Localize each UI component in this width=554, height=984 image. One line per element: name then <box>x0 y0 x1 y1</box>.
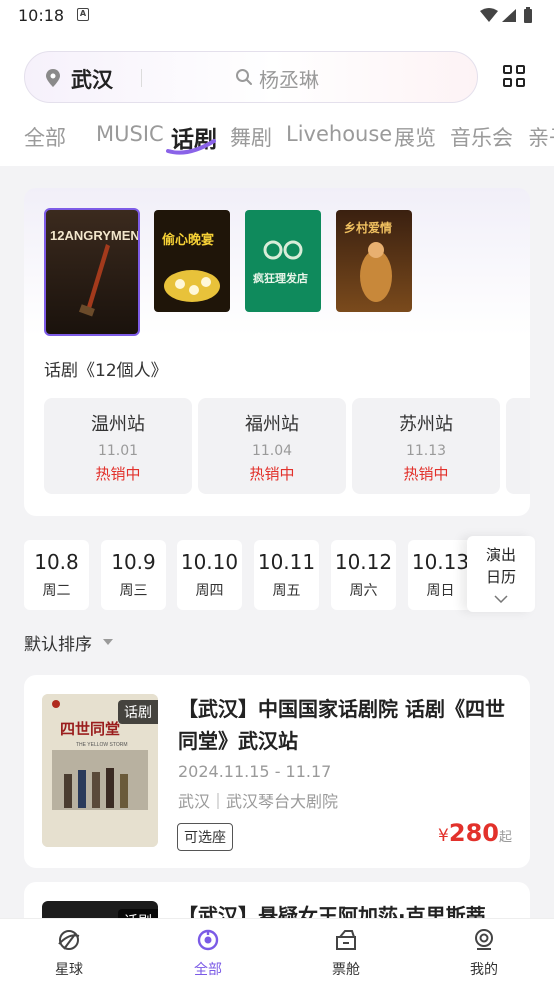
svg-text:THE YELLOW STORM: THE YELLOW STORM <box>76 742 128 748</box>
date-day: 10.10 <box>180 550 239 574</box>
date-weekday: 周四 <box>195 583 224 599</box>
station-suzhou[interactable]: 苏州站 11.13 热销中 <box>352 398 500 494</box>
poster-12-angry-men-art: 12ANGRYMEN <box>50 228 138 317</box>
bottom-navigation: 星球 全部 票舱 我的 <box>0 918 554 984</box>
planet-icon <box>58 930 80 950</box>
nav-label: 全部 <box>194 962 222 978</box>
svg-text:乡村爱情: 乡村爱情 <box>344 220 392 235</box>
event-venue: 武汉｜武汉琴台大剧院 <box>178 792 339 811</box>
svg-text:偷心晚宴: 偷心晚宴 <box>162 232 214 248</box>
search-divider <box>141 69 142 87</box>
svg-text:四世同堂: 四世同堂 <box>60 720 120 738</box>
featured-show-title: 话剧《12個人》 <box>44 361 168 381</box>
svg-text:12ANGRYMEN: 12ANGRYMEN <box>50 228 138 243</box>
date-weekday: 周三 <box>119 583 148 599</box>
date-day: 10.8 <box>34 550 79 574</box>
ticket-icon <box>336 930 356 950</box>
calendar-label-line2: 日历 <box>485 568 516 586</box>
tab-family[interactable]: 亲子 <box>528 122 554 152</box>
featured-show-card: 12ANGRYMEN 偷心晚宴 疯狂理发店 乡村爱情 话剧《12個人》 温州站 … <box>24 188 530 516</box>
station-more[interactable] <box>506 398 530 494</box>
date-chip[interactable]: 10.10 周四 <box>177 540 242 610</box>
nav-profile[interactable]: 我的 <box>444 927 524 979</box>
search-icon <box>236 69 252 85</box>
station-date: 11.13 <box>405 443 447 459</box>
date-chip[interactable]: 10.9 周三 <box>101 540 166 610</box>
tab-all[interactable]: 全部 <box>24 122 66 152</box>
nav-label: 星球 <box>55 962 83 978</box>
status-time: 10:18 <box>18 6 65 25</box>
station-status: 热销中 <box>403 465 449 483</box>
header: 武汉 杨丞琳 全部 MUSIC 话剧 舞剧 Livehouse 展览 音乐会 亲… <box>0 32 554 166</box>
event-title: 【武汉】中国国家话剧院 话剧《四世同堂》武汉站 <box>178 697 505 753</box>
date-day: 10.11 <box>257 550 316 574</box>
poster-steal-heart-banquet[interactable]: 偷心晚宴 <box>154 210 230 312</box>
poster-crazy-barbershop[interactable]: 疯狂理发店 <box>245 210 321 312</box>
currency-symbol: ¥ <box>438 826 449 846</box>
event-card[interactable]: 四世同堂 THE YELLOW STORM 话剧 【武汉】中国国家话剧院 话剧《… <box>24 675 530 868</box>
date-weekday: 周二 <box>42 583 71 599</box>
date-weekday: 周日 <box>426 583 455 599</box>
calendar-label-line1: 演出 <box>485 546 516 564</box>
profile-icon <box>475 929 493 950</box>
seat-selection-badge: 可选座 <box>177 823 233 851</box>
chevron-down-icon <box>494 595 508 604</box>
tab-dance[interactable]: 舞剧 <box>230 122 272 152</box>
event-poster: 四世同堂 THE YELLOW STORM 话剧 <box>42 694 158 847</box>
category-badge: 话剧 <box>118 700 158 724</box>
all-icon <box>197 929 219 951</box>
category-tabs: 全部 MUSIC 话剧 舞剧 Livehouse 展览 音乐会 亲子 <box>0 116 554 156</box>
sort-dropdown[interactable]: 默认排序 <box>24 630 92 655</box>
active-tab-indicator <box>166 139 216 155</box>
nav-ticket[interactable]: 票舱 <box>306 927 386 979</box>
tab-livehouse[interactable]: Livehouse <box>286 122 392 146</box>
status-bar: 10:18 A <box>0 0 554 32</box>
tab-exhibition[interactable]: 展览 <box>394 122 436 152</box>
station-wenzhou[interactable]: 温州站 11.01 热销中 <box>44 398 192 494</box>
date-day: 10.9 <box>111 550 156 574</box>
location-pin-icon <box>46 69 60 87</box>
system-status-icons <box>480 7 532 23</box>
city-selector[interactable]: 武汉 <box>71 64 113 94</box>
date-weekday: 周五 <box>272 583 301 599</box>
tab-music[interactable]: MUSIC <box>96 122 164 146</box>
caret-down-icon <box>103 639 113 645</box>
date-day: 10.12 <box>334 550 393 574</box>
svg-text:疯狂理发店: 疯狂理发店 <box>253 271 308 285</box>
show-calendar-button[interactable]: 演出 日历 <box>467 536 535 612</box>
station-date: 11.04 <box>251 443 293 459</box>
event-date: 2024.11.15 - 11.17 <box>178 762 332 781</box>
price-suffix: 起 <box>498 830 512 845</box>
grid-menu-icon[interactable] <box>503 65 527 89</box>
station-fuzhou[interactable]: 福州站 11.04 热销中 <box>198 398 346 494</box>
date-weekday: 周六 <box>349 583 378 599</box>
notification-icon: A <box>77 8 89 21</box>
poster-country-love[interactable]: 乡村爱情 <box>336 210 412 312</box>
date-chip[interactable]: 10.12 周六 <box>331 540 396 610</box>
nav-all[interactable]: 全部 <box>168 927 248 979</box>
station-name: 苏州站 <box>399 414 453 435</box>
date-chip[interactable]: 10.13 周日 <box>408 540 473 610</box>
date-chip[interactable]: 10.8 周二 <box>24 540 89 610</box>
nav-planet[interactable]: 星球 <box>29 927 109 979</box>
station-name: 福州站 <box>245 414 299 435</box>
station-name: 温州站 <box>91 414 145 435</box>
search-bar[interactable]: 武汉 杨丞琳 <box>24 51 478 103</box>
station-status: 热销中 <box>95 465 141 483</box>
nav-label: 票舱 <box>332 962 360 978</box>
price-value: 280 <box>448 819 499 847</box>
date-day: 10.13 <box>411 550 470 574</box>
poster-12-angry-men[interactable]: 12ANGRYMEN <box>44 208 140 336</box>
nav-label: 我的 <box>470 962 498 978</box>
station-date: 11.01 <box>97 443 139 459</box>
date-chip[interactable]: 10.11 周五 <box>254 540 319 610</box>
search-input[interactable]: 杨丞琳 <box>259 64 319 93</box>
event-price: ¥280起 <box>438 819 512 847</box>
station-status: 热销中 <box>249 465 295 483</box>
tab-concert[interactable]: 音乐会 <box>450 122 513 152</box>
